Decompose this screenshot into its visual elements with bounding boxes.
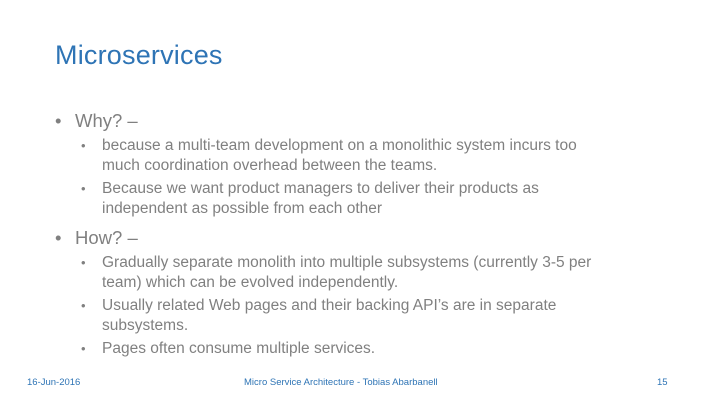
sub-bullet-text: Pages often consume multiple services. [102, 340, 376, 357]
footer-title: Micro Service Architecture - Tobias Abar… [244, 377, 438, 388]
bullet-dot-icon: • [81, 341, 86, 356]
bullet-dot-icon: • [55, 110, 62, 131]
bullet-dot-icon: • [81, 181, 86, 196]
sub-bullet: • Gradually separate monolith into multi… [55, 253, 617, 293]
sub-bullet: • because a multi-team development on a … [55, 136, 617, 176]
slide-content: • Why? – • because a multi-team developm… [55, 108, 655, 362]
slide-title: Microservices [55, 40, 223, 70]
bullet-how: • How? – [55, 225, 655, 251]
bullet-dot-icon: • [55, 227, 62, 248]
sub-bullet-list-why: • because a multi-team development on a … [55, 136, 655, 219]
bullet-dot-icon: • [81, 298, 86, 313]
sub-bullet-text: Usually related Web pages and their back… [102, 297, 557, 334]
slide: Microservices • Why? – • because a multi… [0, 0, 720, 405]
sub-bullet: • Pages often consume multiple services. [55, 339, 617, 359]
slide-number: 15 [657, 377, 668, 388]
bullet-heading: How? – [75, 227, 138, 248]
sub-bullet: • Usually related Web pages and their ba… [55, 296, 617, 336]
sub-bullet-text: because a multi-team development on a mo… [102, 137, 577, 174]
sub-bullet-text: Gradually separate monolith into multipl… [102, 254, 592, 291]
sub-bullet: • Because we want product managers to de… [55, 179, 617, 219]
bullet-dot-icon: • [81, 255, 86, 270]
sub-bullet-list-how: • Gradually separate monolith into multi… [55, 253, 655, 359]
footer-date: 16-Jun-2016 [27, 377, 81, 388]
bullet-heading: Why? – [75, 110, 138, 131]
bullet-why: • Why? – [55, 108, 655, 134]
bullet-dot-icon: • [81, 138, 86, 153]
sub-bullet-text: Because we want product managers to deli… [102, 180, 539, 217]
